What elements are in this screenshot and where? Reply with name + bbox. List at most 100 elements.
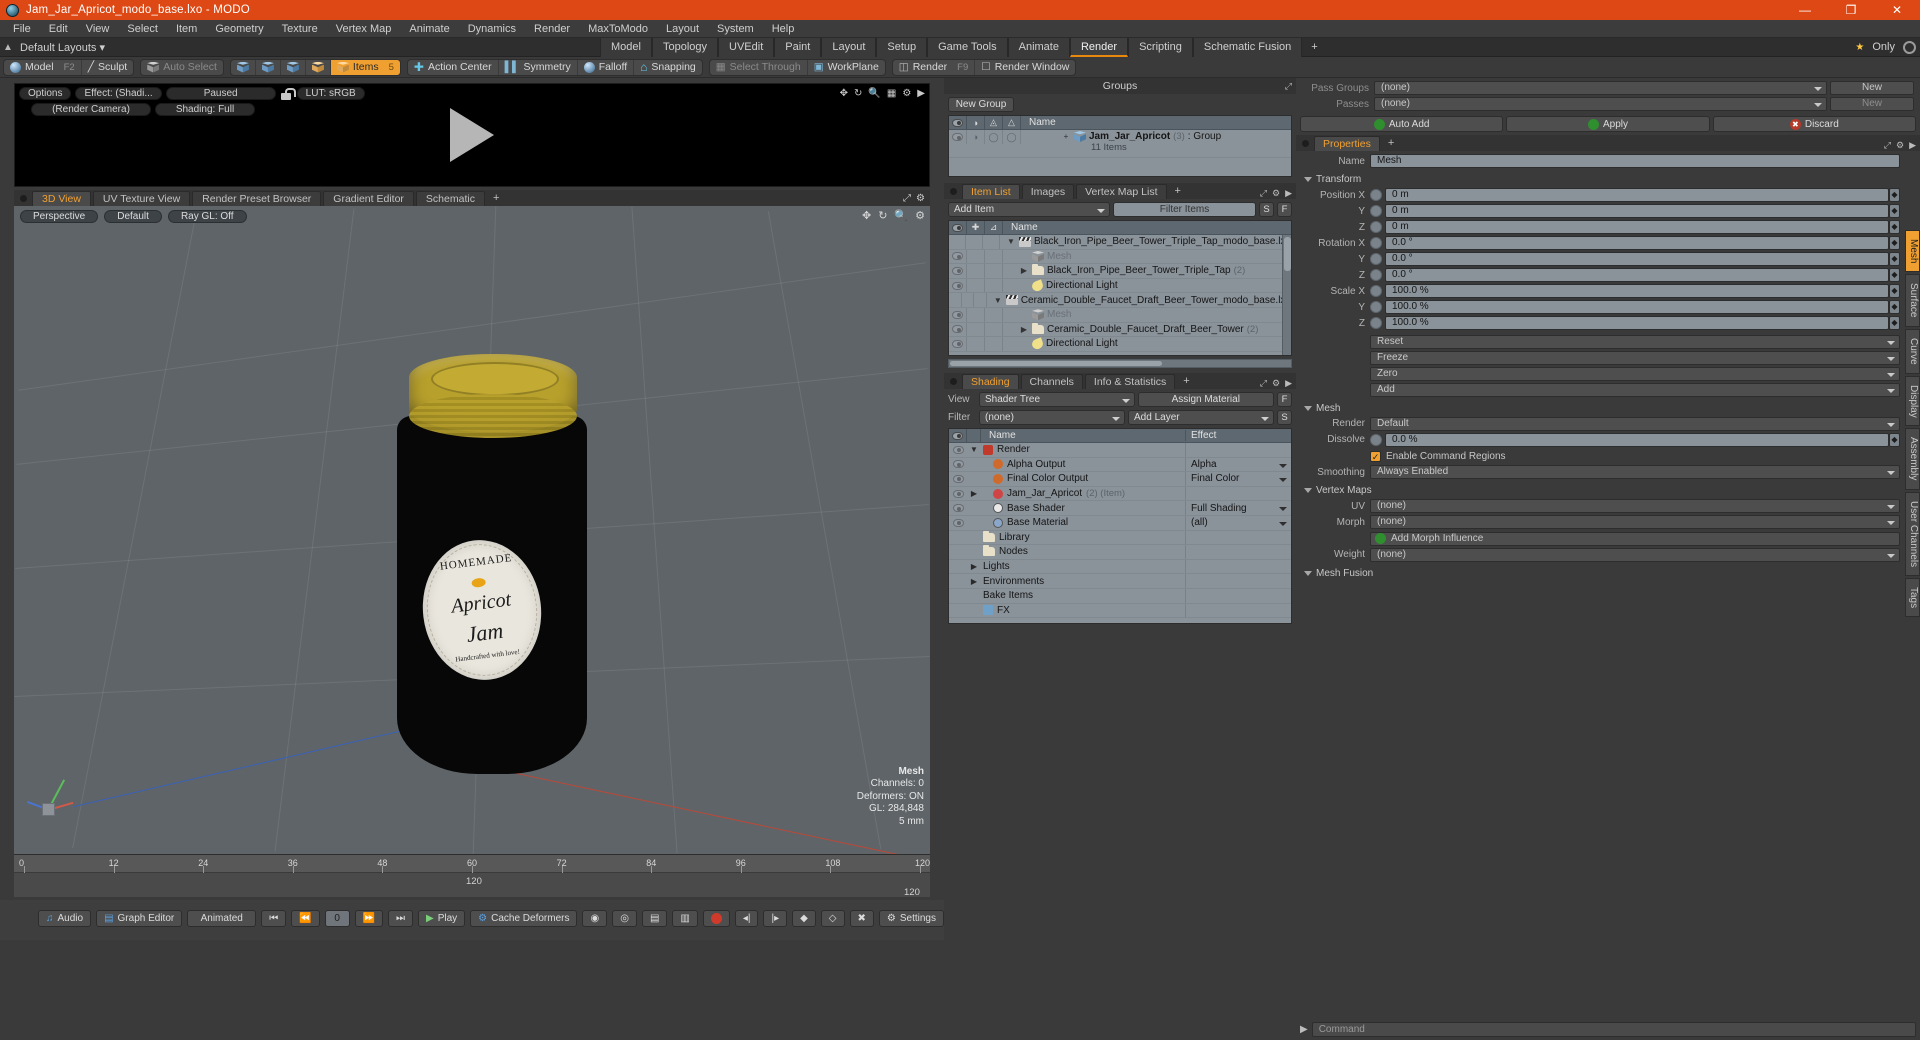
mode-model-button[interactable]: Model F2 [4, 59, 82, 75]
viewport-rotate-icon[interactable]: ↻ [878, 209, 887, 222]
gear-icon[interactable] [1903, 40, 1916, 54]
viewport-pan-icon[interactable]: ✥ [862, 209, 871, 222]
transform-y-stepper[interactable]: ◆ [1889, 252, 1900, 267]
transform-z-stepper[interactable]: ◆ [1889, 268, 1900, 283]
item-axis-toggle[interactable] [985, 264, 1003, 278]
transform-z-input[interactable]: 100.0 % [1385, 316, 1889, 331]
item-transform-toggle[interactable] [966, 235, 983, 249]
assign-material-button[interactable]: Assign Material [1137, 392, 1274, 407]
goto-end-button[interactable]: ⏭ [387, 909, 413, 927]
mesh-dissolve-stepper[interactable]: ◆ [1889, 432, 1900, 447]
properties-menu-icon[interactable]: ▶ [1909, 140, 1916, 151]
mesh-render-dropdown[interactable]: Default [1370, 416, 1900, 431]
viewport-tab-uv-texture-view[interactable]: UV Texture View [92, 191, 191, 206]
shader-expand-icon[interactable]: ▶ [967, 577, 981, 586]
layout-tab-setup[interactable]: Setup [876, 37, 928, 57]
item-list-hscrollbar[interactable] [948, 359, 1292, 368]
render-button[interactable]: ◫ Render F9 [893, 59, 976, 75]
shading-panel-tab-info-statistics[interactable]: Info & Statistics [1084, 374, 1176, 389]
item-list-f-button[interactable]: F [1277, 202, 1292, 217]
menu-maxtomodo[interactable]: MaxToModo [579, 20, 657, 38]
item-visible-toggle[interactable] [949, 235, 966, 249]
shading-panel-tab-shading[interactable]: Shading [962, 374, 1019, 389]
transform-y-knob[interactable] [1370, 205, 1382, 218]
gizmo-handle[interactable] [42, 803, 55, 816]
layout-tab-scripting[interactable]: Scripting [1128, 37, 1193, 57]
group-visible-toggle[interactable] [949, 130, 967, 144]
item-axis-toggle[interactable] [985, 337, 1003, 351]
animated-dropdown[interactable]: Animated [187, 909, 257, 927]
shading-panel-tab-channels[interactable]: Channels [1020, 374, 1083, 389]
shader-row-effect[interactable]: Final Color [1185, 472, 1291, 486]
transform-section-header[interactable]: Transform [1296, 170, 1902, 188]
3d-viewport[interactable]: Perspective Default Ray GL: Off ✥ ↻ 🔍 ⚙ [14, 206, 930, 854]
item-list-row[interactable]: ▼ Ceramic_Double_Faucet_Draft_Beer_Tower_… [949, 293, 1291, 308]
viewport-tab-gradient-editor[interactable]: Gradient Editor [323, 191, 414, 206]
item-axis-toggle[interactable] [974, 293, 987, 307]
item-list-hscroll-thumb[interactable] [950, 361, 1163, 366]
layout-stack-icon[interactable]: ▲ [0, 42, 16, 53]
transform-y-stepper[interactable]: ◆ [1889, 204, 1900, 219]
deform-toggle-button[interactable]: ◉ [582, 909, 608, 927]
shader-tree-row[interactable]: Library [949, 530, 1291, 546]
shader-tree-row[interactable]: Final Color Output Final Color [949, 472, 1291, 487]
item-list-row[interactable]: Mesh [949, 307, 1291, 323]
item-list-scrollbar[interactable] [1282, 235, 1291, 355]
item-axis-toggle[interactable] [985, 322, 1003, 337]
viewport-add-tab[interactable]: + [487, 191, 505, 206]
transform-rotation-x-input[interactable]: 0.0 ° [1385, 236, 1889, 251]
menu-system[interactable]: System [708, 20, 763, 38]
menu-layout[interactable]: Layout [657, 20, 708, 38]
layout-tab-animate[interactable]: Animate [1007, 37, 1070, 57]
transform-position-x-stepper[interactable]: ◆ [1889, 188, 1900, 203]
play-overlay-icon[interactable] [450, 108, 494, 162]
grid-icon[interactable]: ▦ [887, 88, 896, 99]
transform-scale-x-input[interactable]: 100.0 % [1385, 284, 1889, 299]
shader-tree-row[interactable]: FX [949, 603, 1291, 619]
weight-dropdown[interactable]: (none) [1370, 547, 1900, 562]
menu-animate[interactable]: Animate [400, 20, 458, 38]
mesh-section-header[interactable]: Mesh [1296, 399, 1902, 417]
shading-menu-icon[interactable]: ▶ [1285, 378, 1292, 389]
item-axis-toggle[interactable] [983, 235, 1000, 249]
auto-add-button[interactable]: Auto Add [1300, 116, 1504, 132]
transform-position-x-input[interactable]: 0 m [1385, 188, 1889, 203]
cache-deformers-button[interactable]: ⚙ Cache Deformers [470, 909, 578, 927]
passes-new-button[interactable]: New [1830, 97, 1914, 112]
shading-filter-dropdown[interactable]: (none) [979, 410, 1125, 425]
shading-dropdown[interactable]: Shading: Full [155, 103, 255, 116]
item-expand-icon[interactable]: ▼ [993, 296, 1003, 305]
shader-visible-toggle[interactable] [949, 460, 967, 469]
transform-scale-x-stepper[interactable]: ◆ [1889, 284, 1900, 299]
menu-help[interactable]: Help [763, 20, 804, 38]
transform-y-stepper[interactable]: ◆ [1889, 300, 1900, 315]
item-transform-toggle[interactable] [967, 249, 985, 264]
transform-z-stepper[interactable]: ◆ [1889, 316, 1900, 331]
add-layer-dropdown[interactable]: Add Layer [1128, 410, 1274, 425]
transform-y-input[interactable]: 100.0 % [1385, 300, 1889, 315]
symmetry-button[interactable]: ▌▌ Symmetry [499, 59, 578, 75]
item-transform-toggle[interactable] [967, 264, 985, 278]
settings-button[interactable]: ⚙ Settings [878, 909, 944, 927]
key-set-button[interactable]: ◆ [792, 909, 816, 927]
only-label[interactable]: Only [1872, 41, 1895, 53]
properties-side-tab-user-channels[interactable]: User Channels [1905, 491, 1920, 576]
item-list-row[interactable]: Directional Light [949, 278, 1291, 294]
key-prev-button[interactable]: ◂| [734, 909, 759, 927]
item-visible-toggle[interactable] [949, 293, 962, 307]
viewport-tab-dot[interactable] [20, 195, 27, 202]
key-next-button[interactable]: |▸ [763, 909, 788, 927]
transform-y-knob[interactable] [1370, 301, 1382, 314]
item-list-add-tab[interactable]: + [1169, 184, 1187, 199]
lock-icon[interactable] [280, 87, 296, 100]
viewport-settings-gear-icon[interactable]: ⚙ [915, 209, 925, 222]
item-list-row[interactable]: ▼ Black_Iron_Pipe_Beer_Tower_Triple_Tap_m… [949, 235, 1291, 250]
layout-tab-game-tools[interactable]: Game Tools [927, 37, 1008, 57]
properties-side-tab-surface[interactable]: Surface [1905, 274, 1920, 327]
new-group-button[interactable]: New Group [948, 97, 1014, 112]
item-list-row[interactable]: Mesh [949, 249, 1291, 265]
transform-z-knob[interactable] [1370, 221, 1382, 234]
material-mode-button[interactable] [306, 59, 331, 75]
item-panel-tab-images[interactable]: Images [1021, 184, 1075, 199]
layout-add-tab[interactable]: + [1302, 38, 1326, 57]
